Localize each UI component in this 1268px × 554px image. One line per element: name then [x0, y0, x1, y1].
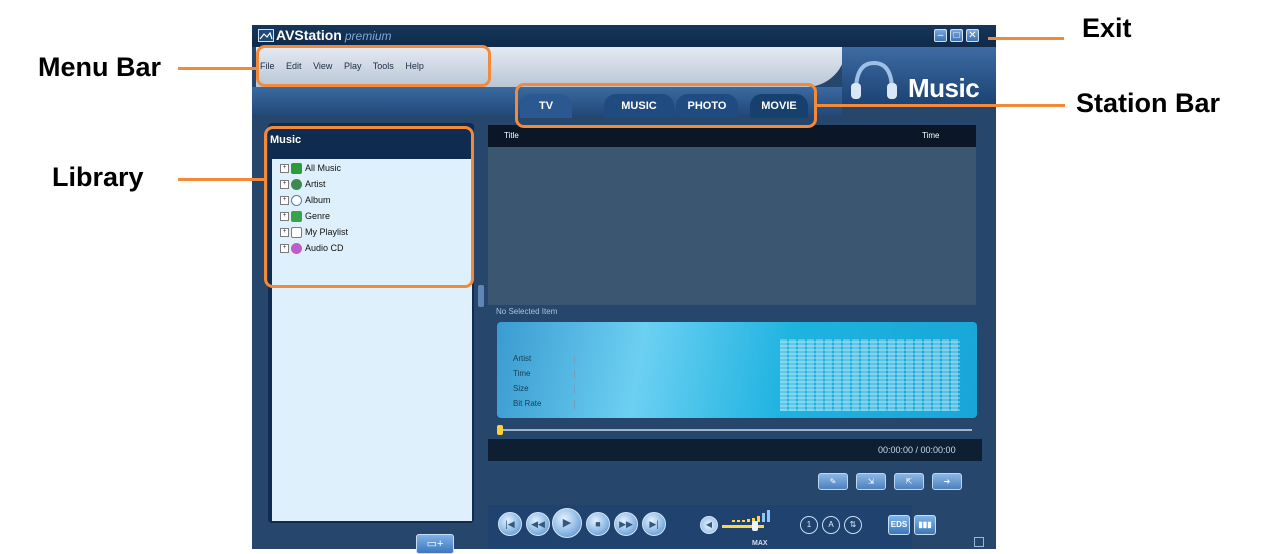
info-separator: [574, 400, 575, 409]
shuffle-icon: ⇅: [849, 520, 857, 529]
stop-button[interactable]: ■: [586, 512, 610, 536]
library-annotation: Library: [52, 162, 144, 192]
eds-button[interactable]: EDS: [888, 515, 910, 535]
equalizer-icon: ▮▮▮: [918, 520, 932, 529]
column-title[interactable]: Title: [504, 131, 519, 140]
station-title: Music: [908, 73, 980, 103]
station-bar-annotation: Station Bar: [1076, 88, 1221, 118]
column-time[interactable]: Time: [922, 131, 939, 140]
export-button[interactable]: ⇱: [894, 473, 924, 490]
repeat-all-icon: A: [828, 520, 834, 529]
send-icon: ➔: [943, 477, 951, 486]
resize-grip-icon[interactable]: [974, 537, 984, 547]
speaker-icon: ◀: [705, 520, 713, 529]
info-separator: [574, 385, 575, 394]
mute-button[interactable]: ◀: [700, 516, 718, 534]
seek-thumb[interactable]: [497, 425, 503, 435]
volume-max-label: MAX: [752, 540, 768, 547]
equalizer-button[interactable]: ▮▮▮: [914, 515, 936, 535]
panel-splitter[interactable]: [478, 285, 484, 307]
export-icon: ⇱: [905, 477, 913, 486]
info-separator: [574, 370, 575, 379]
info-bitrate-label: Bit Rate: [513, 399, 542, 408]
station-bar-highlight: [515, 83, 817, 128]
library-highlight: [264, 126, 474, 288]
info-size-label: Size: [513, 384, 529, 393]
edit-info-button[interactable]: ✎: [818, 473, 848, 490]
playlist-area[interactable]: [488, 125, 976, 305]
maximize-button[interactable]: □: [950, 29, 963, 42]
app-name: AVStation: [276, 27, 342, 43]
minimize-button[interactable]: –: [934, 29, 947, 42]
menu-bar-pointer: [178, 67, 256, 70]
repeat-one-icon: 1: [806, 520, 812, 529]
repeat-one-button[interactable]: 1: [800, 516, 818, 534]
seek-bar[interactable]: [501, 429, 972, 431]
rewind-button[interactable]: ◀◀: [526, 512, 550, 536]
station-bar-pointer: [817, 104, 1065, 107]
shuffle-button[interactable]: ⇅: [844, 516, 862, 534]
play-button[interactable]: ▶: [552, 508, 582, 538]
import-icon: ⇲: [867, 477, 875, 486]
volume-thumb[interactable]: [752, 521, 758, 531]
app-title: AVStation premium: [276, 27, 392, 43]
app-logo-icon: [258, 29, 274, 42]
menu-bar-highlight: [256, 45, 491, 87]
time-readout: 00:00:00 / 00:00:00: [878, 445, 956, 455]
import-button[interactable]: ⇲: [856, 473, 886, 490]
menu-bar-annotation: Menu Bar: [38, 52, 162, 82]
info-artist-label: Artist: [513, 354, 532, 363]
send-button[interactable]: ➔: [932, 473, 962, 490]
previous-button[interactable]: |◀: [498, 512, 522, 536]
close-button[interactable]: ✕: [966, 29, 979, 42]
info-separator: [574, 355, 575, 364]
new-playlist-plus: +: [436, 538, 444, 550]
headphones-icon: [851, 60, 897, 99]
info-time-label: Time: [513, 369, 531, 378]
selection-status: No Selected Item: [496, 307, 558, 316]
next-button[interactable]: ▶|: [642, 512, 666, 536]
app-edition: premium: [344, 29, 392, 43]
fast-forward-button[interactable]: ▶▶: [614, 512, 638, 536]
repeat-all-button[interactable]: A: [822, 516, 840, 534]
spectrum-display: [780, 339, 960, 411]
exit-annotation: Exit: [1082, 13, 1132, 43]
new-document-icon: ▭: [426, 538, 437, 550]
tag-icon: ✎: [829, 477, 837, 486]
library-pointer: [178, 178, 264, 181]
playlist-header: [488, 125, 976, 147]
new-playlist-button[interactable]: ▭+: [416, 534, 454, 554]
exit-pointer: [988, 37, 1064, 40]
